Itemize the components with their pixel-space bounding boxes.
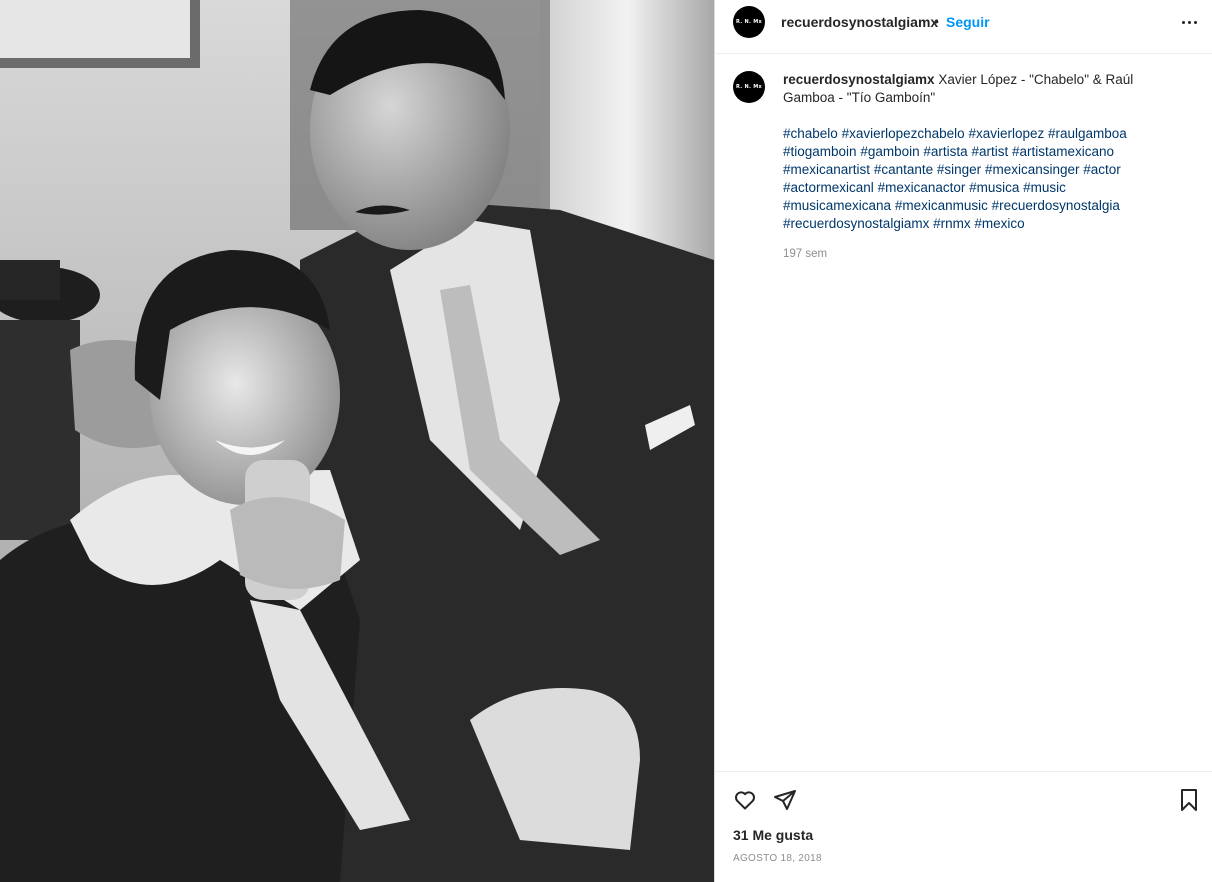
post-date: AGOSTO 18, 2018 [733,853,822,864]
hashtag-link[interactable]: #actor [1083,162,1121,177]
post-panel: R. N. Mx recuerdosynostalgiamx • Seguir … [714,0,1212,882]
heart-icon[interactable] [733,788,757,812]
caption-text-line1: Xavier López - "Chabelo" & Raúl [934,72,1134,87]
hashtag-link[interactable]: #singer [937,162,981,177]
hashtag-link[interactable]: #music [1023,180,1066,195]
hashtag-link[interactable]: #musica [969,180,1019,195]
hashtag-link[interactable]: #mexicansinger [985,162,1080,177]
hashtag-link[interactable]: #artista [923,144,967,159]
post-photo[interactable] [0,0,714,882]
hashtag-link[interactable]: #artistamexicano [1012,144,1114,159]
caption-area: R. N. Mx recuerdosynostalgiamx Xavier Ló… [715,55,1212,771]
hashtag-link[interactable]: #artist [971,144,1008,159]
header-username[interactable]: recuerdosynostalgiamx [781,14,938,30]
hashtag-link[interactable]: #mexico [974,216,1024,231]
hashtag-link[interactable]: #gamboin [860,144,919,159]
post-time-ago: 197 sem [783,248,828,260]
hashtag-link[interactable]: #raulgamboa [1048,126,1127,141]
hashtag-link[interactable]: #mexicanartist [783,162,870,177]
hashtag-link[interactable]: #rnmx [933,216,971,231]
like-count[interactable]: 31 Me gusta [733,827,813,843]
separator-dot: • [934,13,939,29]
hashtag-link[interactable]: #cantante [874,162,933,177]
action-bar: 31 Me gusta AGOSTO 18, 2018 [715,771,1212,882]
more-options-icon[interactable] [1177,10,1201,34]
follow-button[interactable]: Seguir [946,14,990,30]
avatar-text: R. N. Mx [735,83,762,90]
hashtag-link[interactable]: #mexicanactor [878,180,966,195]
hashtag-link[interactable]: #xavierlopez [968,126,1044,141]
hashtag-link[interactable]: #xavierlopezchabelo [842,126,965,141]
avatar[interactable]: R. N. Mx [733,6,765,38]
hashtag-link[interactable]: #recuerdosynostalgiamx [783,216,929,231]
hashtag-list: #chabelo #xavierlopezchabelo #xavierlope… [783,125,1163,233]
hashtag-link[interactable]: #mexicanmusic [895,198,988,213]
caption-avatar[interactable]: R. N. Mx [733,71,765,103]
photo-image [0,0,714,882]
caption: recuerdosynostalgiamx Xavier López - "Ch… [783,71,1143,107]
hashtag-link[interactable]: #recuerdosynostalgia [992,198,1120,213]
avatar-text: R. N. Mx [735,18,762,25]
post-header: R. N. Mx recuerdosynostalgiamx • Seguir [715,0,1212,54]
hashtag-link[interactable]: #chabelo [783,126,838,141]
bookmark-icon[interactable] [1177,788,1201,812]
hashtag-link[interactable]: #musicamexicana [783,198,891,213]
hashtag-link[interactable]: #actormexicanl [783,180,874,195]
hashtag-link[interactable]: #tiogamboin [783,144,857,159]
caption-username[interactable]: recuerdosynostalgiamx [783,72,935,87]
caption-text-line2: Gamboa - "Tío Gamboín" [783,90,936,105]
send-icon[interactable] [773,788,797,812]
